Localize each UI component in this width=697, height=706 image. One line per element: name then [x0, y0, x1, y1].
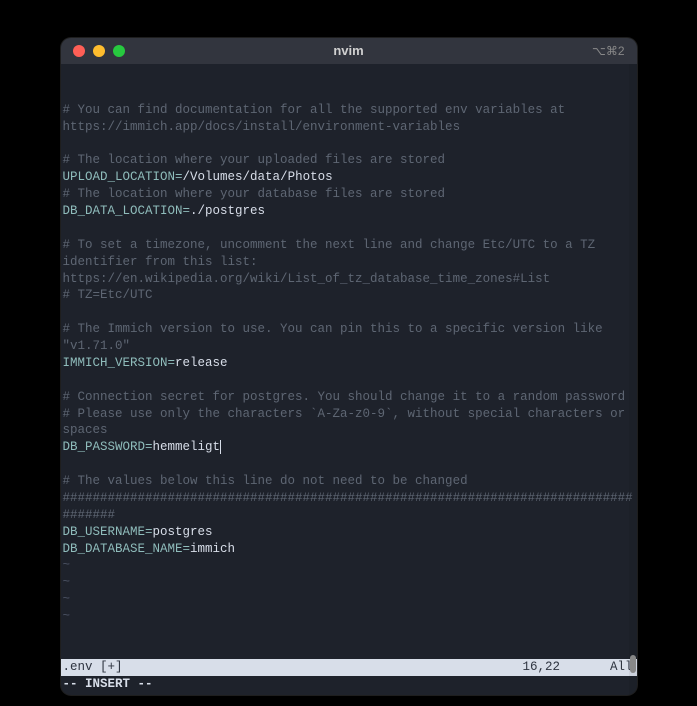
env-var-value: ./postgres — [190, 204, 265, 218]
empty-line-marker: ~ — [63, 558, 71, 572]
env-var-value: immich — [190, 542, 235, 556]
comment-line: # You can find documentation for all the… — [63, 103, 573, 134]
equals-sign: = — [183, 542, 191, 556]
equals-sign: = — [145, 525, 153, 539]
equals-sign: = — [183, 204, 191, 218]
env-var-name: IMMICH_VERSION — [63, 356, 168, 370]
comment-line: # The location where your uploaded files… — [63, 153, 446, 167]
comment-line: # Please use only the characters `A-Za-z… — [63, 407, 633, 438]
comment-line: # TZ=Etc/UTC — [63, 288, 153, 302]
equals-sign: = — [145, 440, 153, 454]
equals-sign: = — [175, 170, 183, 184]
env-var-value: /Volumes/data/Photos — [183, 170, 333, 184]
equals-sign: = — [168, 356, 176, 370]
scrollbar[interactable] — [629, 64, 637, 695]
terminal-window: nvim ⌥⌘2 # You can find documentation fo… — [61, 38, 637, 695]
empty-line-marker: ~ — [63, 609, 71, 623]
env-var-name: DB_PASSWORD — [63, 440, 146, 454]
comment-line: # To set a timezone, uncomment the next … — [63, 238, 603, 286]
titlebar: nvim ⌥⌘2 — [61, 38, 637, 64]
comment-line: # The values below this line do not need… — [63, 474, 468, 488]
window-title: nvim — [61, 42, 637, 60]
env-var-value: release — [175, 356, 228, 370]
editor-area[interactable]: # You can find documentation for all the… — [61, 64, 637, 659]
comment-line: ########################################… — [63, 491, 633, 522]
empty-line-marker: ~ — [63, 592, 71, 606]
env-var-name: DB_DATA_LOCATION — [63, 204, 183, 218]
scroll-thumb[interactable] — [630, 655, 636, 673]
mode-line: -- INSERT -- — [61, 676, 637, 695]
comment-line: # The Immich version to use. You can pin… — [63, 322, 611, 353]
env-var-name: DB_USERNAME — [63, 525, 146, 539]
env-var-name: UPLOAD_LOCATION — [63, 170, 176, 184]
comment-line: # The location where your database files… — [63, 187, 446, 201]
filename-indicator: .env [+] — [63, 659, 123, 676]
cursor-position: 16,22 — [522, 659, 610, 676]
env-var-value: hemmeligt — [153, 440, 221, 454]
status-line: .env [+] 16,22 All — [61, 659, 637, 676]
env-var-name: DB_DATABASE_NAME — [63, 542, 183, 556]
empty-line-marker: ~ — [63, 575, 71, 589]
comment-line: # Connection secret for postgres. You sh… — [63, 390, 626, 404]
env-var-value: postgres — [153, 525, 213, 539]
file-content: # You can find documentation for all the… — [63, 102, 635, 625]
text-cursor — [220, 440, 221, 454]
